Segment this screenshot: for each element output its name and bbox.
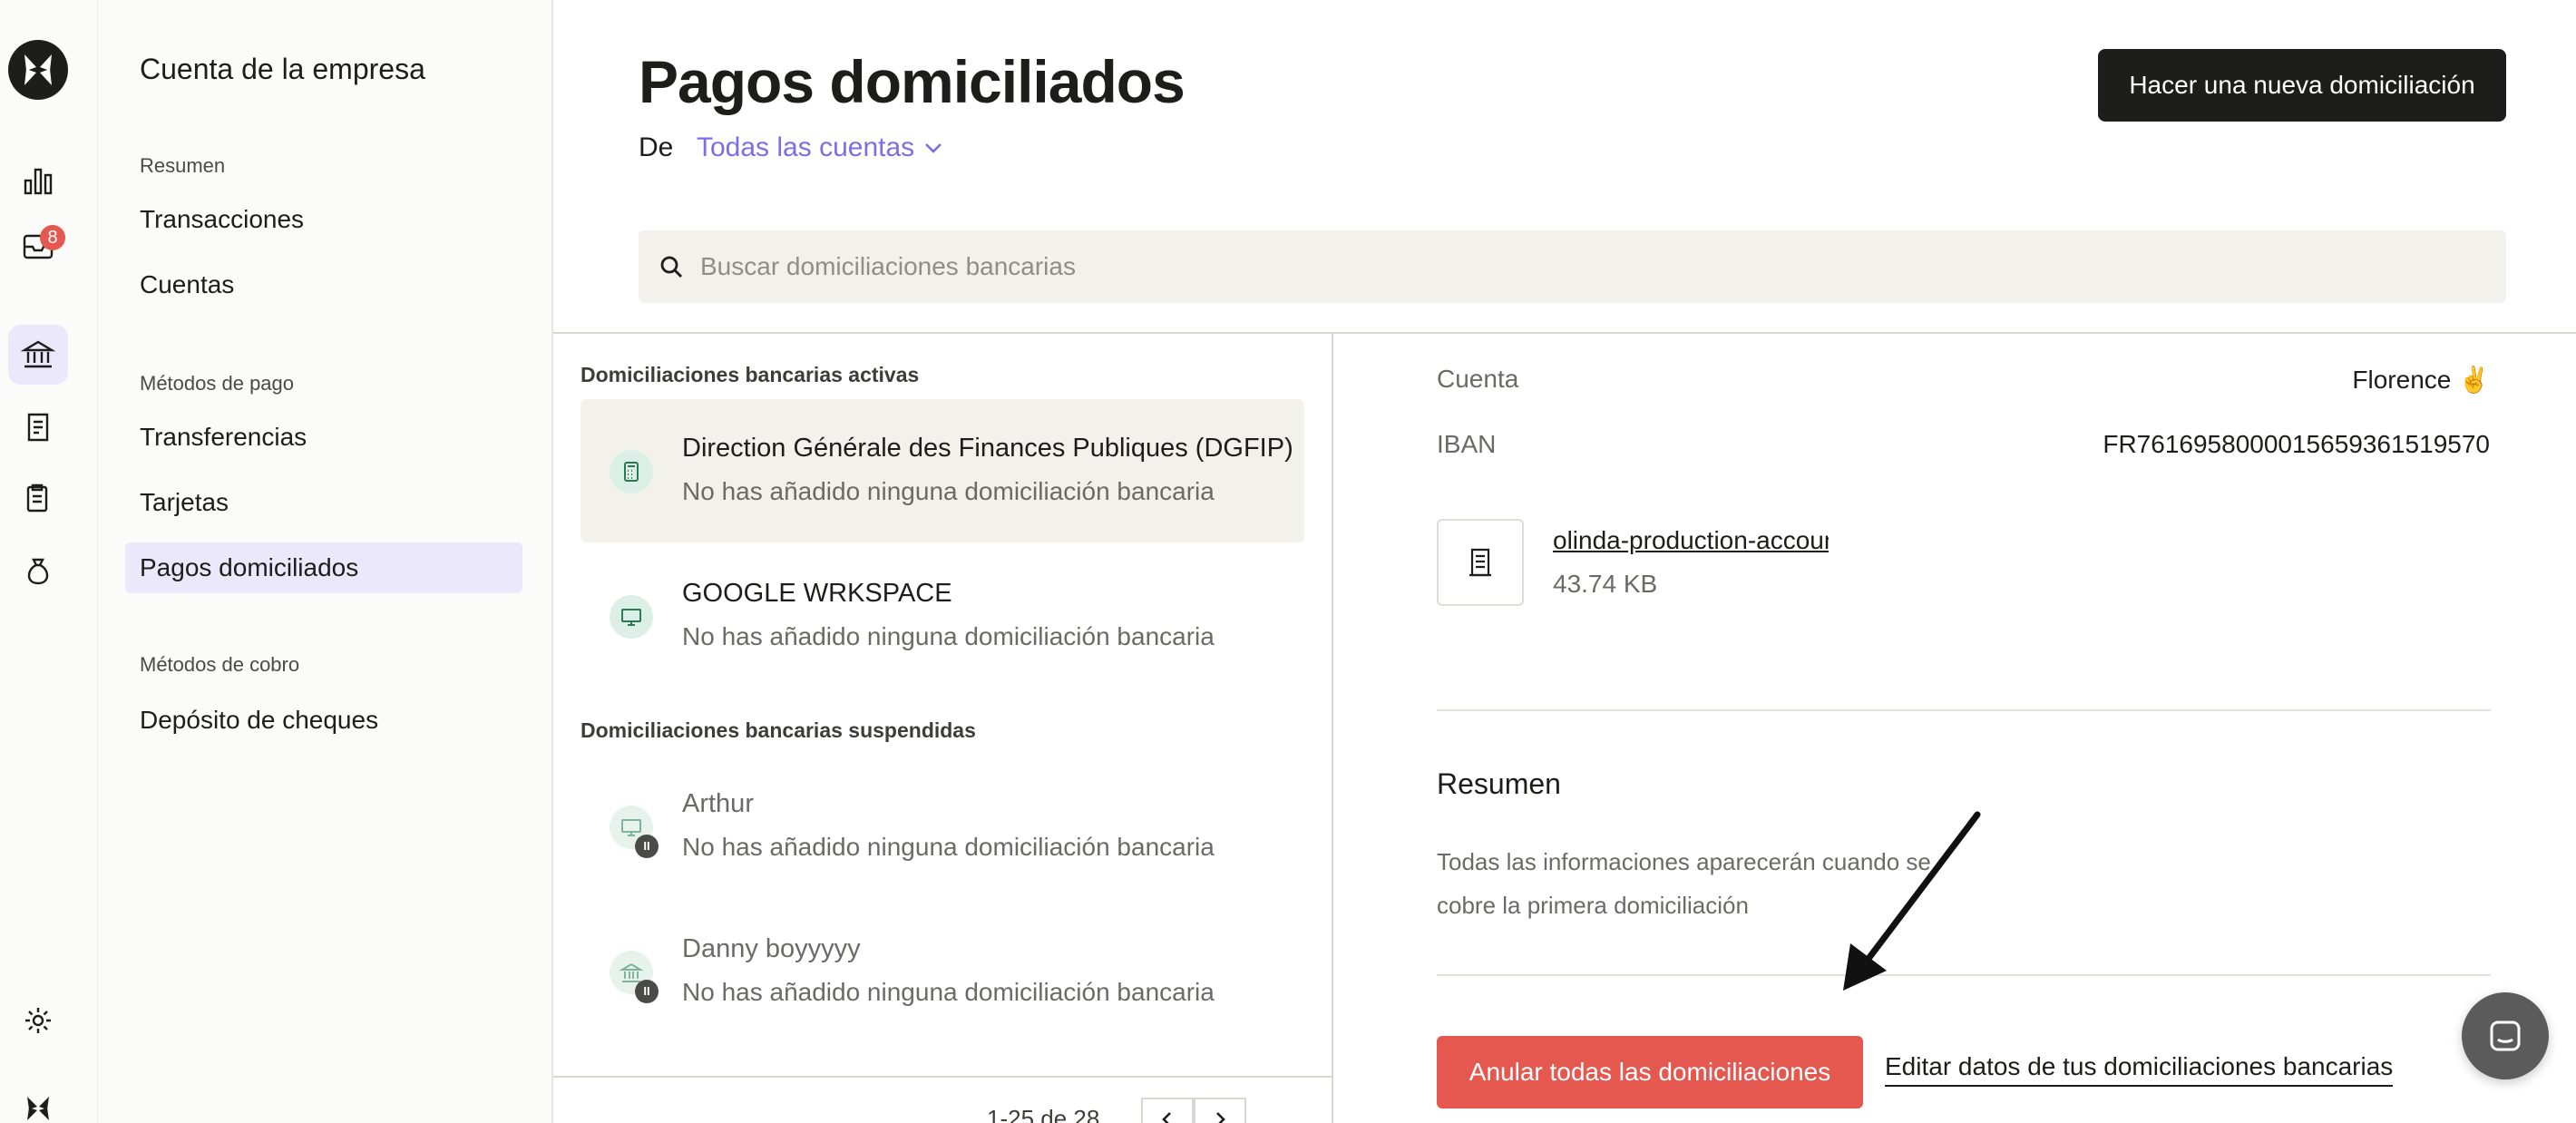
chat-button[interactable]	[2462, 992, 2549, 1079]
sidebar-item-check-deposit[interactable]: Depósito de cheques	[125, 695, 522, 746]
mandate-list: Domiciliaciones bancarias activas Direct…	[553, 334, 1333, 1123]
sidebar-section-summary: Resumen	[140, 154, 226, 177]
list-item[interactable]: Direction Générale des Finances Publique…	[581, 399, 1304, 542]
account-select-label: Todas las cuentas	[697, 132, 915, 162]
account-label: Cuenta	[1437, 365, 1519, 393]
from-label: De	[639, 132, 674, 162]
account-select[interactable]: Todas las cuentas	[697, 132, 945, 163]
pagination-text: 1-25 de 28	[987, 1105, 1100, 1123]
chat-icon	[2490, 1020, 2521, 1051]
list-divider	[553, 1076, 1332, 1078]
annotation-arrow-icon	[1843, 811, 1981, 991]
mandate-name: Arthur	[682, 789, 754, 818]
prev-page-button[interactable]	[1141, 1098, 1194, 1123]
file-size: 43.74 KB	[1553, 570, 1658, 598]
gear-icon[interactable]	[8, 991, 68, 1050]
mandate-subtitle: No has añadido ninguna domiciliación ban…	[682, 622, 1215, 650]
sidebar-item-transactions[interactable]: Transacciones	[125, 194, 522, 245]
cancel-all-button[interactable]: Anular todas las domiciliaciones	[1437, 1036, 1863, 1108]
sidebar-section-collection-methods: Métodos de cobro	[140, 653, 300, 676]
mandate-name: Danny boyyyyy	[682, 934, 861, 963]
clipboard-icon[interactable]	[8, 468, 68, 528]
calculator-icon	[610, 450, 653, 493]
list-item[interactable]: II Arthur No has añadido ninguna domicil…	[581, 755, 1304, 898]
iban-label: IBAN	[1437, 430, 1497, 458]
mandate-name: Direction Générale des Finances Publique…	[682, 434, 1293, 463]
edit-details-link[interactable]: Editar datos de tus domiciliaciones banc…	[1885, 1052, 2394, 1087]
active-group-title: Domiciliaciones bancarias activas	[581, 363, 920, 386]
mandate-name: GOOGLE WRKSPACE	[682, 579, 952, 608]
monitor-icon	[610, 595, 653, 639]
summary-title: Resumen	[1437, 767, 1561, 800]
suspended-group-title: Domiciliaciones bancarias suspendidas	[581, 718, 976, 742]
logo-icon[interactable]	[8, 40, 68, 100]
bank-icon[interactable]	[8, 325, 68, 385]
chart-icon[interactable]	[8, 151, 68, 210]
mandate-subtitle: No has añadido ninguna domiciliación ban…	[682, 833, 1215, 861]
invoice-icon[interactable]	[8, 397, 68, 457]
file-link[interactable]: olinda-production-account	[1553, 526, 1829, 555]
chevron-left-icon	[1162, 1112, 1171, 1123]
chevron-down-icon	[925, 143, 942, 153]
account-value: Florence ✌️	[2352, 366, 2490, 394]
pause-icon: II	[635, 980, 659, 1003]
sidebar-section-payment-methods: Métodos de pago	[140, 372, 295, 395]
chevron-right-icon	[1216, 1112, 1225, 1123]
brand-icon[interactable]	[8, 1078, 68, 1123]
search-icon	[660, 256, 682, 278]
sidebar-item-direct-debits[interactable]: Pagos domiciliados	[125, 542, 522, 593]
mandate-subtitle: No has añadido ninguna domiciliación ban…	[682, 477, 1215, 505]
sidebar-item-accounts[interactable]: Cuentas	[125, 259, 522, 310]
details-divider	[1437, 709, 2491, 711]
notification-badge: 8	[40, 225, 65, 250]
search-input[interactable]	[700, 252, 2424, 281]
money-bag-icon[interactable]	[8, 541, 68, 601]
page-title: Pagos domiciliados	[639, 48, 1186, 115]
mandate-subtitle: No has añadido ninguna domiciliación ban…	[682, 978, 1215, 1006]
sidebar: Cuenta de la empresa Resumen Transaccion…	[98, 0, 553, 1123]
sidebar-title: Cuenta de la empresa	[140, 53, 425, 85]
next-page-button[interactable]	[1194, 1098, 1246, 1123]
pause-icon: II	[635, 835, 659, 858]
list-item[interactable]: GOOGLE WRKSPACE No has añadido ninguna d…	[581, 544, 1304, 688]
icon-rail: 8	[0, 0, 98, 1123]
new-direct-debit-button[interactable]: Hacer una nueva domiciliación	[2098, 49, 2506, 122]
file-icon[interactable]	[1437, 519, 1524, 606]
iban-value: FR7616958000015659361519570	[2103, 430, 2490, 458]
sidebar-item-cards[interactable]: Tarjetas	[125, 477, 522, 528]
sidebar-item-transfers[interactable]: Transferencias	[125, 412, 522, 463]
search-bar[interactable]	[639, 230, 2506, 303]
list-item[interactable]: II Danny boyyyyy No has añadido ninguna …	[581, 900, 1304, 1043]
